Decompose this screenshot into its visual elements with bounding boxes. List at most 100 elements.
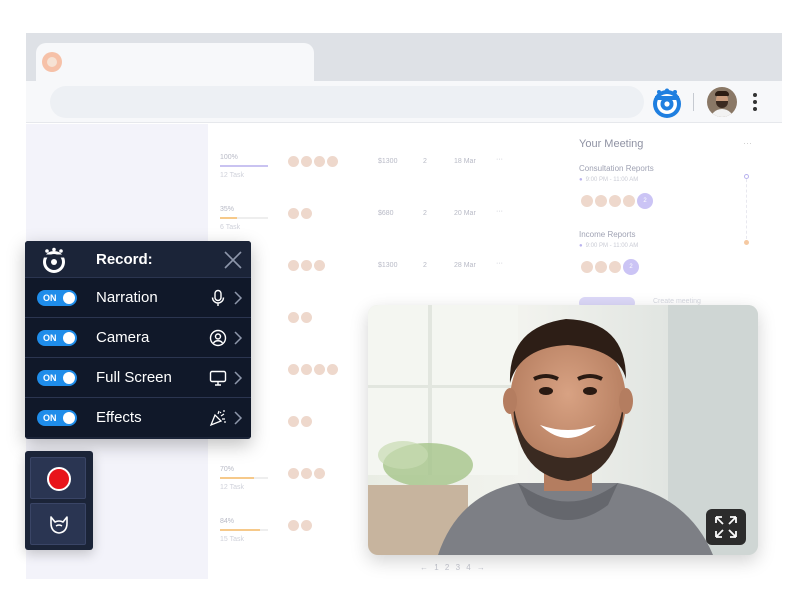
toggle-knob <box>63 332 75 344</box>
task-count: 6 Task <box>220 224 241 231</box>
meeting-more-button[interactable]: ··· <box>743 138 752 148</box>
row-date: 28 Mar <box>454 262 476 269</box>
profile-avatar[interactable] <box>707 87 737 117</box>
progress-fill <box>220 217 237 219</box>
progress-bar <box>220 217 268 219</box>
expand-button[interactable] <box>706 509 746 545</box>
assignee-avatars <box>288 364 340 377</box>
avatar <box>301 364 312 375</box>
meeting-attendees: 2 <box>581 193 653 209</box>
toggle-label: ON <box>43 413 57 423</box>
assignee-avatars <box>288 156 340 169</box>
attendee-count-badge: 2 <box>637 193 653 209</box>
toggle-knob <box>63 372 75 384</box>
progress-bar <box>220 477 268 479</box>
record-panel: Record: ON Narration ON Camera ON Full S… <box>25 241 251 439</box>
row-price: $1300 <box>378 158 398 165</box>
webcam-video <box>368 305 758 555</box>
progress-fill <box>220 529 261 531</box>
avatar <box>288 416 299 427</box>
monitor-icon <box>209 370 227 386</box>
row-date: 20 Mar <box>454 210 476 217</box>
close-icon[interactable] <box>222 249 244 271</box>
expand-icon <box>715 516 737 538</box>
timeline-dot <box>744 174 749 179</box>
assignee-avatars <box>288 312 314 325</box>
chevron-right-icon[interactable] <box>233 331 243 345</box>
toggle-knob <box>63 292 75 304</box>
meeting-attendees: 2 <box>581 259 639 275</box>
record-button[interactable] <box>30 457 86 499</box>
webcam-preview[interactable] <box>368 305 758 555</box>
assignee-avatars <box>288 260 327 273</box>
avatar <box>288 156 299 167</box>
effects-toggle[interactable]: ON <box>37 410 77 426</box>
toggle-knob <box>63 412 75 424</box>
recorder-logo-icon[interactable] <box>651 87 683 119</box>
progress-percent: 84% <box>220 518 235 525</box>
toggle-label: ON <box>43 333 57 343</box>
record-option-full-screen[interactable]: ON Full Screen <box>25 357 251 397</box>
row-price: $1300 <box>378 262 398 269</box>
browser-tab[interactable] <box>36 43 314 81</box>
meeting-item-name: Income Reports <box>579 230 636 239</box>
narration-toggle[interactable]: ON <box>37 290 77 306</box>
record-option-narration[interactable]: ON Narration <box>25 277 251 317</box>
assignee-avatars <box>288 208 314 221</box>
record-option-camera[interactable]: ON Camera <box>25 317 251 357</box>
progress-bar <box>220 165 268 167</box>
progress-percent: 35% <box>220 206 235 213</box>
meeting-item-time: 9:00 PM - 11:00 AM <box>579 177 639 183</box>
assignee-avatars <box>288 416 314 429</box>
toolbar-divider <box>693 93 694 111</box>
avatar <box>314 364 325 375</box>
task-count: 12 Task <box>220 484 244 491</box>
meeting-item-time: 9:00 PM - 11:00 AM <box>579 243 639 249</box>
avatar <box>314 260 325 271</box>
record-panel-title: Record: <box>96 251 153 268</box>
table-row[interactable]: 35% 6 Task $680 2 20 Mar ··· <box>218 206 518 236</box>
avatar <box>301 156 312 167</box>
timeline-dot <box>744 240 749 245</box>
row-more-button[interactable]: ··· <box>496 208 503 215</box>
record-option-effects[interactable]: ON Effects <box>25 397 251 437</box>
record-icon <box>47 467 71 491</box>
pagination[interactable]: ← 1 2 3 4 → <box>420 563 487 572</box>
more-vertical-icon[interactable] <box>752 92 758 112</box>
avatar <box>288 520 299 531</box>
assignee-avatars <box>288 468 327 481</box>
avatar <box>288 208 299 219</box>
avatar <box>288 312 299 323</box>
record-option-label: Narration <box>96 289 158 306</box>
tab-bar <box>26 33 782 81</box>
avatar <box>327 156 338 167</box>
row-date: 18 Mar <box>454 158 476 165</box>
table-row[interactable]: $1300 2 28 Mar ··· <box>218 258 518 288</box>
effects-button[interactable] <box>30 503 86 545</box>
row-more-button[interactable]: ··· <box>496 156 503 163</box>
row-more-button[interactable]: ··· <box>496 260 503 267</box>
avatar <box>301 520 312 531</box>
avatar <box>288 260 299 271</box>
progress-percent: 70% <box>220 466 235 473</box>
chevron-right-icon[interactable] <box>233 291 243 305</box>
chevron-right-icon[interactable] <box>233 371 243 385</box>
progress-fill <box>220 477 254 479</box>
record-panel-header: Record: <box>25 241 251 277</box>
full-screen-toggle[interactable]: ON <box>37 370 77 386</box>
avatar <box>314 468 325 479</box>
table-row[interactable]: 100% 12 Task $1300 2 18 Mar ··· <box>218 154 518 184</box>
avatar <box>314 156 325 167</box>
row-files: 2 <box>423 262 427 269</box>
row-files: 2 <box>423 210 427 217</box>
chevron-right-icon[interactable] <box>233 411 243 425</box>
meeting-timeline <box>746 174 748 244</box>
recorder-logo-icon <box>43 247 65 273</box>
camera-toggle[interactable]: ON <box>37 330 77 346</box>
create-meeting-link[interactable]: Create meeting <box>653 298 701 305</box>
attendee-count-badge: 2 <box>623 259 639 275</box>
record-option-label: Camera <box>96 329 150 346</box>
address-bar[interactable] <box>50 86 644 118</box>
avatar <box>301 260 312 271</box>
screen: 100% 12 Task $1300 2 18 Mar ··· 35% 6 Task $680 2… <box>0 0 812 612</box>
